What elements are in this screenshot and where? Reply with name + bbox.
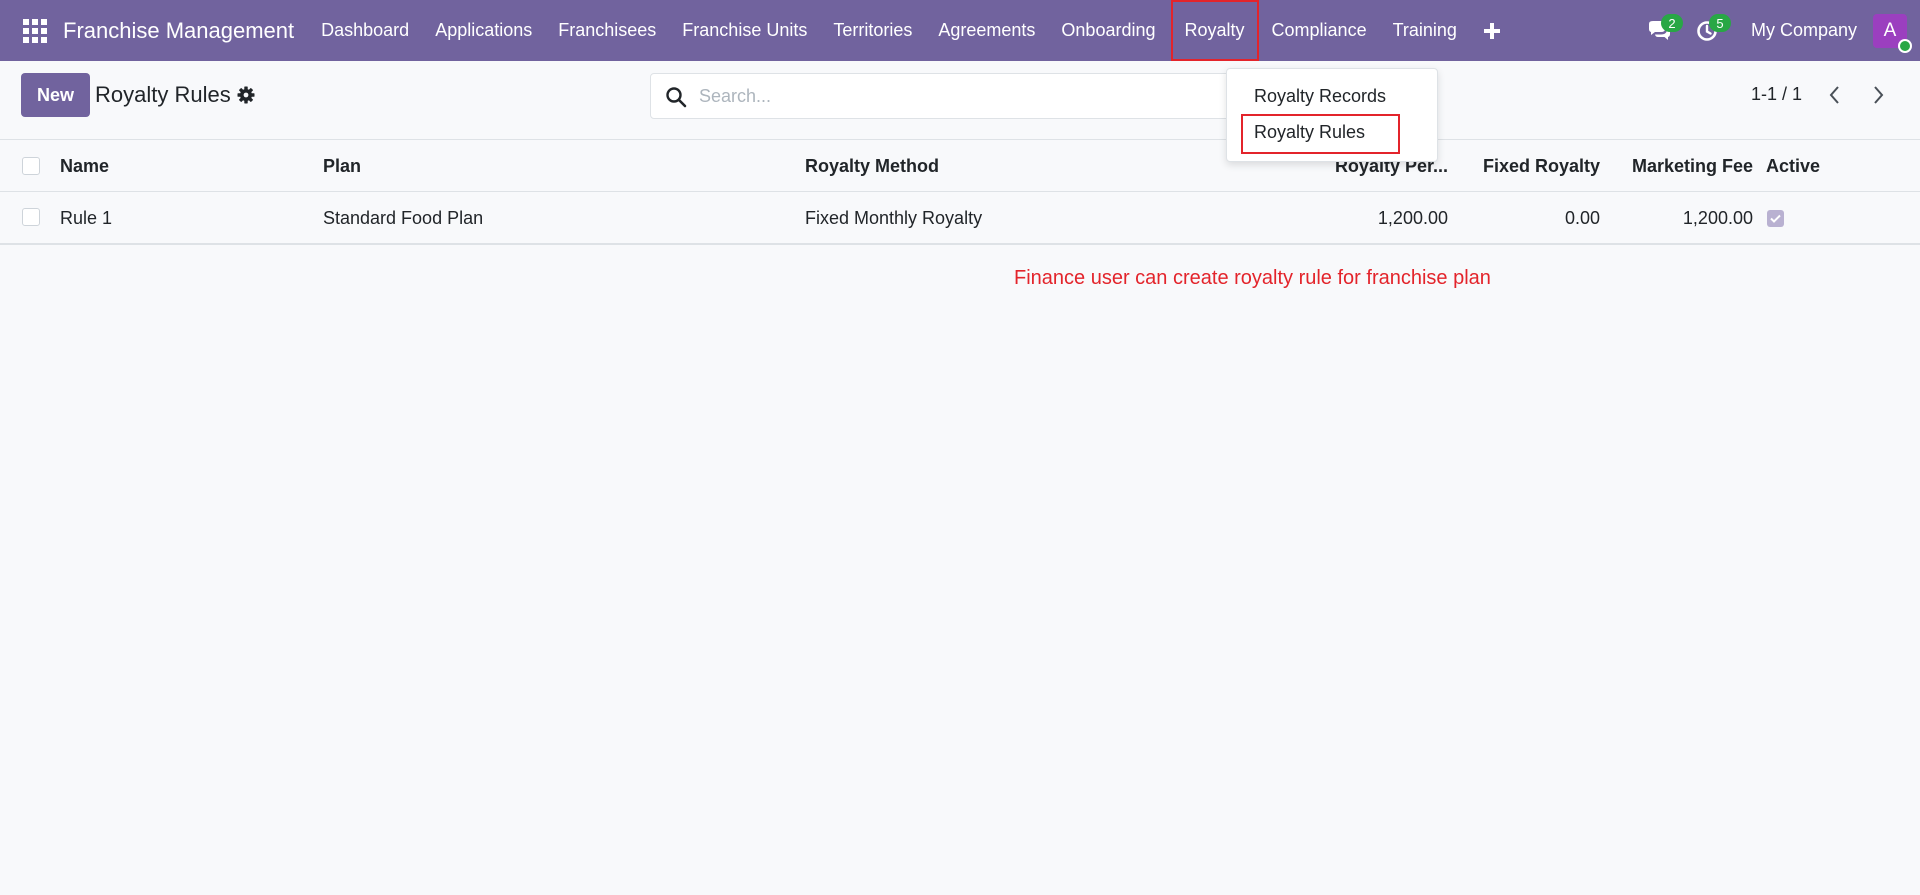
search-bar: [650, 73, 1230, 119]
cell-royalty-percent: 1,200.00: [1377, 208, 1448, 228]
table-header-row: Name Plan Royalty Method Royalty Per... …: [0, 141, 1920, 192]
menu-territories[interactable]: Territories: [820, 0, 925, 61]
menu-onboarding[interactable]: Onboarding: [1048, 0, 1168, 61]
user-avatar[interactable]: A: [1873, 13, 1912, 53]
row-select-checkbox[interactable]: [22, 208, 40, 226]
app-brand[interactable]: Franchise Management: [63, 18, 294, 44]
search-icon: [666, 87, 687, 108]
cell-royalty-method: Fixed Monthly Royalty: [805, 208, 983, 228]
column-header-name[interactable]: Name: [60, 156, 109, 177]
gear-icon[interactable]: [236, 85, 256, 105]
activities-count-badge: 5: [1708, 14, 1731, 32]
menu-agreements[interactable]: Agreements: [925, 0, 1048, 61]
cell-fixed-royalty: 0.00: [1564, 208, 1600, 228]
annotation-note: Finance user can create royalty rule for…: [1014, 267, 1491, 289]
activities-button[interactable]: 5: [1683, 0, 1731, 61]
new-button[interactable]: New: [21, 73, 90, 117]
page-title: Royalty Rules: [95, 82, 231, 107]
online-status-indicator: [1898, 38, 1912, 53]
checkmark-icon: [1770, 214, 1781, 223]
chevron-right-icon[interactable]: [1867, 83, 1889, 107]
active-checkbox: [1767, 210, 1784, 227]
main-menu: Dashboard Applications Franchisees Franc…: [308, 0, 1514, 61]
apps-grid-icon: [23, 18, 47, 43]
control-panel: New Royalty Rules 1-1 / 1: [0, 61, 1920, 140]
menu-royalty[interactable]: Royalty: [1170, 0, 1259, 61]
menu-franchise-units[interactable]: Franchise Units: [669, 0, 820, 61]
messages-button[interactable]: 2: [1635, 0, 1683, 61]
avatar-initial: A: [1883, 19, 1897, 41]
dropdown-item-royalty-records[interactable]: Royalty Records: [1254, 86, 1386, 107]
royalty-dropdown-menu: Royalty Records Royalty Rules: [1226, 68, 1438, 162]
cell-plan: Standard Food Plan: [323, 208, 484, 228]
column-header-fixed-royalty[interactable]: Fixed Royalty: [1483, 156, 1600, 177]
plus-icon[interactable]: [1470, 0, 1514, 61]
dropdown-item-royalty-rules[interactable]: Royalty Rules: [1241, 114, 1400, 154]
systray: 2 5 My Company A: [1635, 0, 1920, 61]
menu-training[interactable]: Training: [1380, 0, 1470, 61]
menu-dashboard[interactable]: Dashboard: [308, 0, 422, 61]
table-row[interactable]: Rule 1 Standard Food Plan Fixed Monthly …: [0, 192, 1920, 245]
cell-marketing-fee: 1,200.00: [1682, 208, 1753, 228]
menu-applications[interactable]: Applications: [422, 0, 545, 61]
chevron-left-icon[interactable]: [1824, 83, 1846, 107]
messages-count-badge: 2: [1660, 14, 1683, 32]
list-view: Name Plan Royalty Method Royalty Per... …: [0, 141, 1920, 245]
pager-value[interactable]: 1-1 / 1: [1751, 84, 1802, 105]
search-input[interactable]: [699, 82, 1199, 110]
menu-franchisees[interactable]: Franchisees: [545, 0, 669, 61]
column-header-marketing-fee[interactable]: Marketing Fee: [1632, 156, 1753, 177]
cell-name: Rule 1: [60, 208, 113, 228]
company-switcher[interactable]: My Company: [1751, 20, 1857, 41]
column-header-plan[interactable]: Plan: [323, 156, 361, 177]
column-header-active[interactable]: Active: [1766, 156, 1820, 177]
top-navbar: Franchise Management Dashboard Applicati…: [0, 0, 1920, 61]
select-all-checkbox[interactable]: [22, 157, 40, 175]
column-header-royalty-method[interactable]: Royalty Method: [805, 156, 939, 177]
apps-menu-button[interactable]: [0, 0, 70, 61]
menu-compliance[interactable]: Compliance: [1259, 0, 1380, 61]
